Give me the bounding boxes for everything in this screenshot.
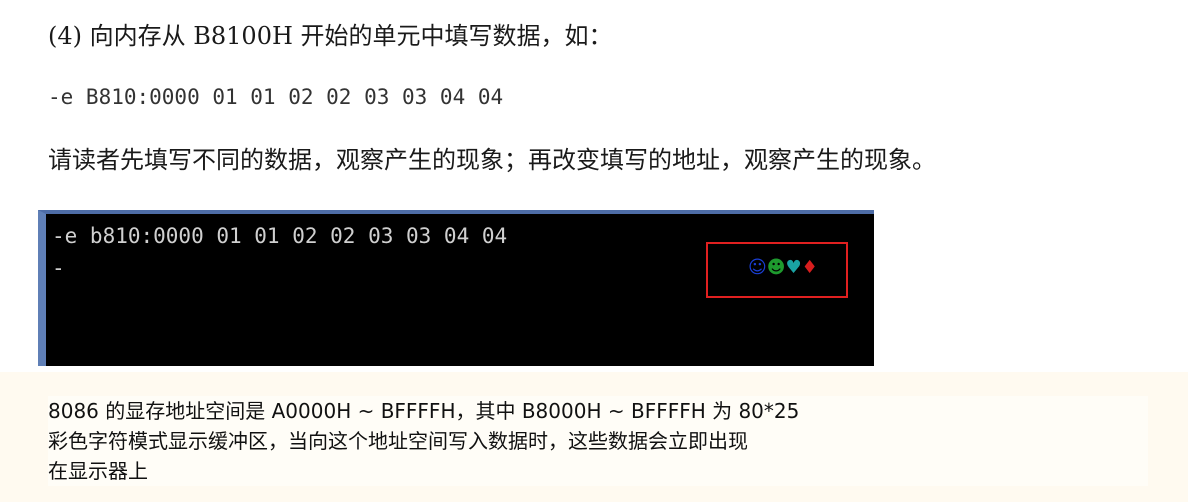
note-line-3: 在显示器上 — [48, 459, 148, 483]
heart-glyph-cyan: ♥ — [785, 257, 802, 278]
step-heading: (4) 向内存从 B8100H 开始的单元中填写数据，如： — [48, 22, 613, 50]
console-window: -e b810:0000 01 01 02 02 03 03 04 04 - ☺… — [38, 210, 874, 366]
smiley-glyph-blue: ☺ — [748, 257, 767, 278]
displayed-characters: ☺☻♥♦ — [748, 256, 818, 280]
diamond-glyph-red: ♦ — [801, 257, 818, 278]
note-line-1: 8086 的显存地址空间是 A0000H ~ BFFFFH，其中 B8000H … — [48, 399, 800, 423]
instruction-text: 请读者先填写不同的数据，观察产生的现象；再改变填写的地址，观察产生的现象。 — [48, 146, 936, 174]
note-line-2: 彩色字符模式显示缓冲区，当向这个地址空间写入数据时，这些数据会立即出现 — [48, 429, 748, 453]
debug-command: -e B810:0000 01 01 02 02 03 03 04 04 — [48, 85, 504, 109]
console-line-command: -e b810:0000 01 01 02 02 03 03 04 04 — [52, 224, 508, 248]
explanation-note: 8086 的显存地址空间是 A0000H ~ BFFFFH，其中 B8000H … — [48, 396, 1148, 486]
smiley-glyph-green: ☻ — [766, 257, 786, 278]
output-highlight-box: ☺☻♥♦ — [706, 242, 848, 298]
console-prompt: - — [52, 256, 65, 280]
